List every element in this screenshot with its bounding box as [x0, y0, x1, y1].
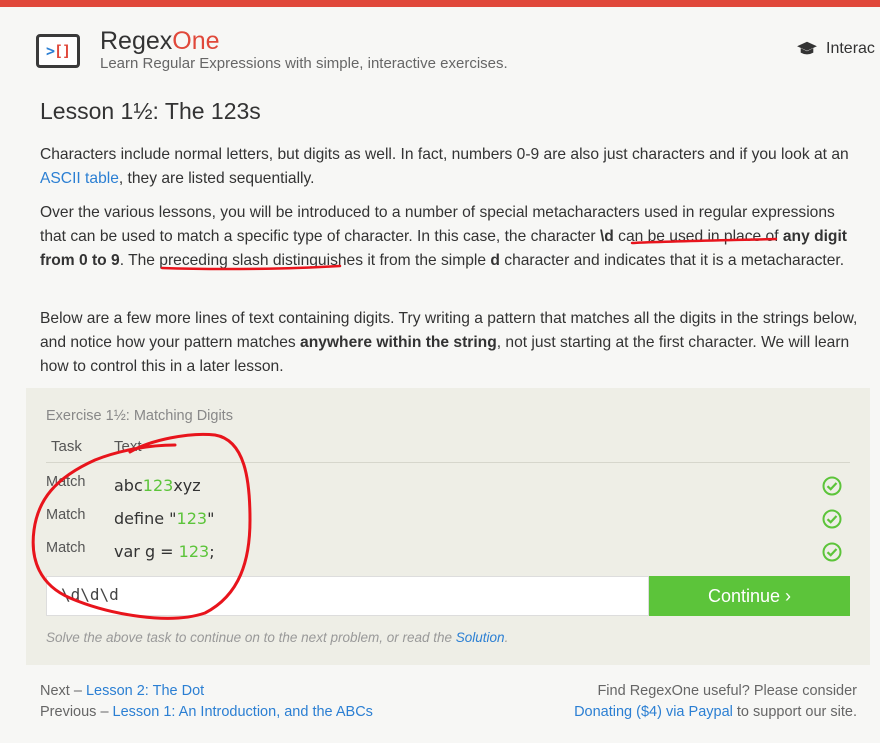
brand-text: Regex [100, 27, 173, 55]
next-lesson-nav: Next – Lesson 2: The Dot [40, 683, 205, 699]
graduation-cap-icon [797, 41, 817, 55]
nav-interactive-tutorial[interactable]: Interac [796, 40, 875, 58]
check-circle-icon [822, 509, 842, 529]
check-circle-icon [822, 476, 842, 496]
donate-prompt: Find RegexOne useful? Please consider [597, 683, 857, 699]
task-text: define "123" [114, 509, 215, 528]
site-brand[interactable]: RegexOne [100, 27, 220, 56]
task-label: Match [46, 540, 86, 556]
nav-label: Interac [826, 40, 875, 57]
task-label: Match [46, 507, 86, 523]
check-circle-icon [822, 542, 842, 562]
task-text: abc123xyz [114, 476, 201, 495]
lesson-title: Lesson 1½: The 123s [40, 98, 261, 124]
task-label: Match [46, 474, 86, 490]
lesson-paragraph-1: Characters include normal letters, but d… [40, 146, 849, 187]
top-accent-bar [0, 0, 880, 7]
table-row: Match abc123xyz [46, 471, 850, 501]
lesson-paragraph-3: Below are a few more lines of text conta… [40, 310, 858, 375]
task-text: var g = 123; [114, 542, 215, 561]
ascii-table-link[interactable]: ASCII table [40, 170, 119, 187]
table-row: Match var g = 123; [46, 537, 850, 567]
lesson-paragraph-2: Over the various lessons, you will be in… [40, 204, 847, 269]
solution-link[interactable]: Solution [456, 630, 505, 645]
table-divider [46, 462, 850, 463]
previous-lesson-link[interactable]: Lesson 1: An Introduction, and the ABCs [113, 704, 373, 720]
exercise-panel: Exercise 1½: Matching Digits Task Text M… [26, 388, 870, 665]
previous-lesson-nav: Previous – Lesson 1: An Introduction, an… [40, 704, 373, 720]
table-row: Match define "123" [46, 504, 850, 534]
site-tagline: Learn Regular Expressions with simple, i… [100, 55, 508, 72]
donate-line: Donating ($4) via Paypal to support our … [574, 704, 857, 720]
column-header-text: Text [114, 438, 142, 455]
metachar-d: \d [599, 228, 614, 245]
brand-text-accent: One [172, 27, 220, 55]
exercise-hint: Solve the above task to continue on to t… [46, 630, 509, 645]
column-header-task: Task [51, 438, 82, 455]
next-lesson-link[interactable]: Lesson 2: The Dot [86, 683, 204, 699]
logo-icon[interactable]: >[] [36, 34, 80, 68]
regex-input[interactable]: \d\d\d [46, 576, 649, 616]
continue-button[interactable]: Continue › [649, 576, 850, 616]
exercise-title: Exercise 1½: Matching Digits [46, 408, 233, 424]
donate-link[interactable]: Donating ($4) via Paypal [574, 704, 733, 720]
